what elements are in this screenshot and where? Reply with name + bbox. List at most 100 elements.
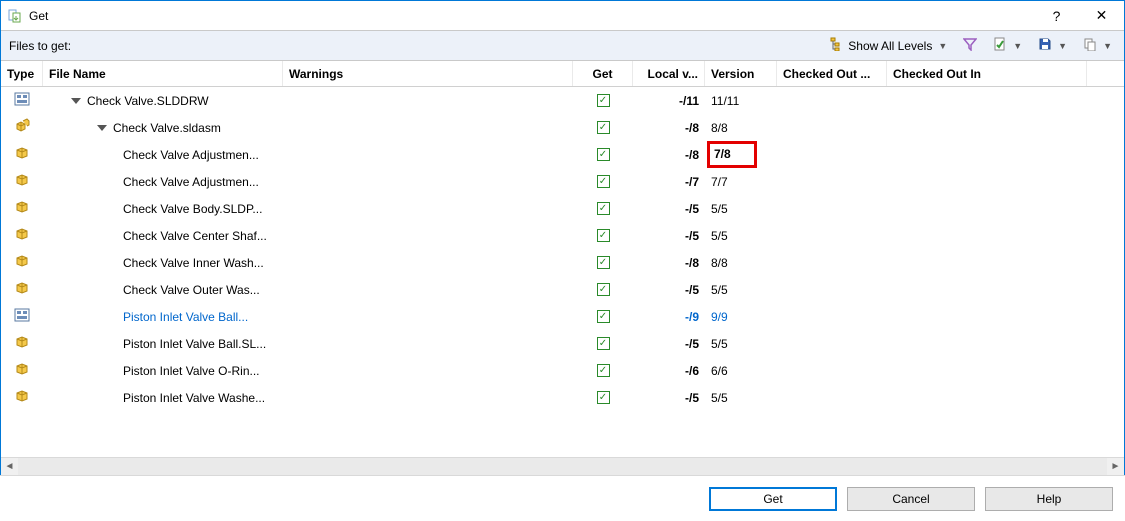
file-name-cell: Check Valve Inner Wash... [43,256,283,270]
part-icon [1,172,43,191]
file-name-label: Piston Inlet Valve Washe... [123,391,265,405]
table-row[interactable]: Piston Inlet Valve Ball.SL...✓-/55/5 [1,330,1124,357]
table-row[interactable]: Check Valve Adjustmen...✓-/77/7 [1,168,1124,195]
col-checked-out-by[interactable]: Checked Out ... [777,61,887,86]
save-menu-button[interactable]: ▼ [1034,35,1071,56]
show-all-levels-dropdown[interactable]: Show All Levels ▼ [826,35,951,56]
get-checkbox[interactable]: ✓ [573,121,633,134]
table-row[interactable]: Check Valve Body.SLDP...✓-/55/5 [1,195,1124,222]
file-name-label: Piston Inlet Valve Ball.SL... [123,337,266,351]
local-version-cell: -/5 [633,337,705,351]
part-icon [1,253,43,272]
file-name-cell: Check Valve Center Shaf... [43,229,283,243]
tree-toggle-icon[interactable] [97,125,107,131]
get-checkbox[interactable]: ✓ [573,94,633,107]
file-name-label: Check Valve.sldasm [113,121,221,135]
help-button[interactable]: ? [1034,1,1079,31]
grid-header: Type File Name Warnings Get Local v... V… [1,61,1124,87]
file-name-cell: Piston Inlet Valve Ball... [43,310,283,324]
col-warnings[interactable]: Warnings [283,61,573,86]
copy-menu-button[interactable]: ▼ [1079,35,1116,56]
chevron-down-icon: ▼ [1103,41,1112,51]
version-cell: 8/8 [705,121,777,135]
part-icon [1,145,43,164]
local-version-cell: -/8 [633,148,705,162]
file-name-label: Piston Inlet Valve O-Rin... [123,364,260,378]
local-version-cell: -/5 [633,283,705,297]
file-name-label: Check Valve.SLDDRW [87,94,209,108]
table-row[interactable]: Piston Inlet Valve O-Rin...✓-/66/6 [1,357,1124,384]
part-icon [1,388,43,407]
table-row[interactable]: Check Valve Center Shaf... ✓-/55/5 [1,222,1124,249]
local-version-cell: -/5 [633,229,705,243]
part-icon [1,199,43,218]
close-button[interactable]: ✕ [1079,1,1124,31]
get-checkbox[interactable]: ✓ [573,175,633,188]
table-row[interactable]: Check Valve Adjustmen...✓-/87/8 [1,141,1124,168]
file-name-label: Check Valve Center Shaf... [123,229,267,243]
window-title: Get [29,9,1034,23]
cancel-button[interactable]: Cancel [847,487,975,511]
tree-icon [830,37,844,54]
file-name-cell: Piston Inlet Valve O-Rin... [43,364,283,378]
get-checkbox[interactable]: ✓ [573,364,633,377]
table-row[interactable]: Check Valve Inner Wash...✓-/88/8 [1,249,1124,276]
help-button-footer[interactable]: Help [985,487,1113,511]
col-checked-out-in[interactable]: Checked Out In [887,61,1087,86]
file-name-label: Check Valve Body.SLDP... [123,202,262,216]
title-bar: Get ? ✕ [1,1,1124,31]
copy-icon [1083,37,1097,54]
save-icon [1038,37,1052,54]
local-version-cell: -/9 [633,310,705,324]
drawing-icon [1,307,43,326]
get-button[interactable]: Get [709,487,837,511]
table-row[interactable]: Check Valve.SLDDRW✓-/1111/11 [1,87,1124,114]
col-file-name[interactable]: File Name [43,61,283,86]
version-cell: 11/11 [705,94,777,108]
chevron-down-icon: ▼ [938,41,947,51]
funnel-icon [963,37,977,54]
col-local-version[interactable]: Local v... [633,61,705,86]
file-name-cell: Check Valve Outer Was... [43,283,283,297]
version-cell: 9/9 [705,310,777,324]
table-row[interactable]: Check Valve Outer Was... ✓-/55/5 [1,276,1124,303]
get-checkbox[interactable]: ✓ [573,229,633,242]
local-version-cell: -/8 [633,256,705,270]
get-checkbox[interactable]: ✓ [573,310,633,323]
button-bar: Get Cancel Help [0,475,1125,521]
file-name-label: Check Valve Adjustmen... [123,175,259,189]
version-cell: 5/5 [705,202,777,216]
col-get[interactable]: Get [573,61,633,86]
local-version-cell: -/7 [633,175,705,189]
tree-toggle-icon[interactable] [71,98,81,104]
col-type[interactable]: Type [1,61,43,86]
version-cell: 5/5 [705,283,777,297]
get-checkbox[interactable]: ✓ [573,202,633,215]
scroll-track[interactable] [18,458,1107,475]
get-checkbox[interactable]: ✓ [573,148,633,161]
grid-body: Check Valve.SLDDRW✓-/1111/11Check Valve.… [1,87,1124,411]
get-checkbox[interactable]: ✓ [573,283,633,296]
get-checkbox[interactable]: ✓ [573,337,633,350]
local-version-cell: -/6 [633,364,705,378]
part-icon [1,226,43,245]
version-cell: 5/5 [705,229,777,243]
scroll-right-arrow[interactable]: ► [1107,458,1124,475]
drawing-icon [1,91,43,110]
check-menu-button[interactable]: ▼ [989,35,1026,56]
file-name-label: Check Valve Inner Wash... [123,256,264,270]
filter-button[interactable] [959,35,981,56]
get-checkbox[interactable]: ✓ [573,391,633,404]
file-grid: Type File Name Warnings Get Local v... V… [1,61,1124,411]
asm-icon [1,118,43,137]
table-row[interactable]: Piston Inlet Valve Washe...✓-/55/5 [1,384,1124,411]
scroll-left-arrow[interactable]: ◄ [1,458,18,475]
version-cell: 7/8 [705,141,777,168]
get-checkbox[interactable]: ✓ [573,256,633,269]
table-row[interactable]: Piston Inlet Valve Ball... ✓-/99/9 [1,303,1124,330]
col-version[interactable]: Version [705,61,777,86]
chevron-down-icon: ▼ [1058,41,1067,51]
horizontal-scrollbar[interactable]: ◄ ► [1,457,1124,475]
part-icon [1,334,43,353]
table-row[interactable]: Check Valve.sldasm✓-/88/8 [1,114,1124,141]
